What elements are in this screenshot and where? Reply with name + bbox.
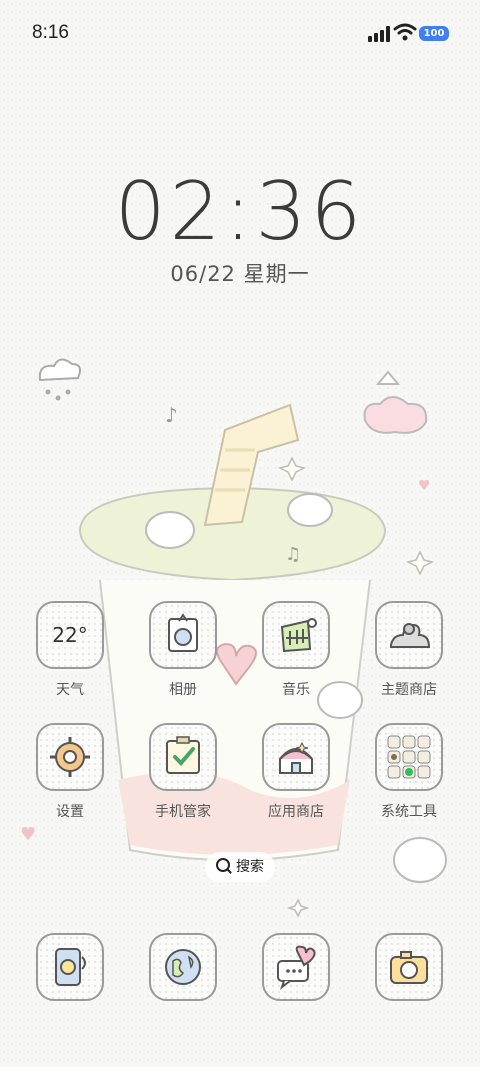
pink-cloud-icon	[363, 370, 428, 434]
settings-icon	[36, 723, 104, 791]
camera-icon	[375, 933, 443, 1001]
dock-phone[interactable]	[36, 933, 104, 1001]
clock: 02:36	[114, 165, 366, 258]
dock-camera[interactable]	[375, 933, 443, 1001]
app-store-icon	[262, 723, 330, 791]
app-label: 主题商店	[381, 682, 437, 698]
weather-icon: 22°	[36, 601, 104, 669]
app-label: 系统工具	[381, 804, 437, 820]
search-button[interactable]: 搜索	[205, 852, 275, 882]
messages-icon	[262, 933, 330, 1001]
search-label: 搜索	[236, 859, 264, 875]
heart-icon: ♥	[20, 824, 36, 845]
battery-indicator: 100	[419, 26, 449, 41]
search-icon	[216, 858, 230, 872]
wifi-icon	[393, 23, 417, 41]
app-app-store[interactable]: 应用商店	[262, 723, 330, 821]
app-weather[interactable]: 22° 天气	[36, 601, 104, 699]
phone-icon	[36, 933, 104, 1001]
dock-browser[interactable]	[149, 933, 217, 1001]
clock-hours: 02	[114, 165, 225, 258]
app-theme-store[interactable]: 主题商店	[375, 601, 443, 699]
app-label: 相册	[169, 682, 197, 698]
app-label: 天气	[56, 682, 84, 698]
signal-icon	[368, 26, 390, 42]
dock-messages[interactable]	[262, 933, 330, 1001]
status-time: 8:16	[32, 22, 69, 43]
app-label: 设置	[56, 804, 84, 820]
weather-temperature: 22°	[52, 623, 88, 647]
app-settings[interactable]: 设置	[36, 723, 104, 821]
app-phone-manager[interactable]: 手机管家	[149, 723, 217, 821]
app-label: 音乐	[282, 682, 310, 698]
phone-manager-icon	[149, 723, 217, 791]
theme-store-icon	[375, 601, 443, 669]
app-label: 应用商店	[268, 804, 324, 820]
heart-icon: ♥	[418, 478, 431, 494]
cloud-icon	[38, 358, 81, 401]
app-music[interactable]: 音乐	[262, 601, 330, 699]
gallery-icon	[149, 601, 217, 669]
music-note-icon: ♫	[285, 544, 301, 565]
app-label: 手机管家	[155, 804, 211, 820]
app-gallery[interactable]: 相册	[149, 601, 217, 699]
status-bar: 8:16 100	[0, 0, 480, 64]
system-tools-folder-icon	[375, 723, 443, 791]
app-system-tools-folder[interactable]: 系统工具	[375, 723, 443, 821]
browser-icon	[149, 933, 217, 1001]
clock-minutes: 36	[255, 165, 366, 258]
music-note-icon: ♪	[165, 403, 178, 427]
date: 06/22 星期一	[170, 262, 310, 286]
music-icon	[262, 601, 330, 669]
